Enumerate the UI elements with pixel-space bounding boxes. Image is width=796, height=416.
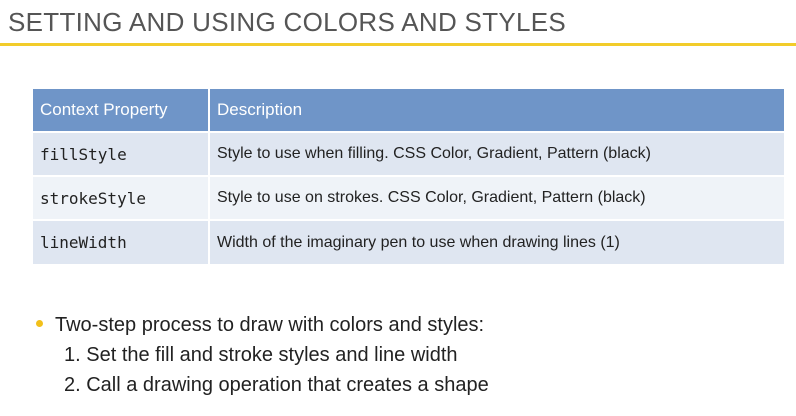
table-row: lineWidth Width of the imaginary pen to … [33,219,784,264]
table-row: fillStyle Style to use when filling. CSS… [33,131,784,176]
column-header-description: Description [209,89,784,132]
numbered-step: 1. Set the fill and stroke styles and li… [64,344,458,366]
column-header-property: Context Property [33,89,210,132]
bullet-dot-icon [36,319,43,327]
description-cell: Style to use on strokes. CSS Color, Grad… [209,175,784,220]
description-cell: Width of the imaginary pen to use when d… [209,219,784,264]
table-header-row: Context Property Description [33,89,784,132]
numbered-step: 2. Call a drawing operation that creates… [64,374,489,396]
property-name-cell: lineWidth [33,219,210,264]
slide-title: SETTING AND USING COLORS AND STYLES [8,7,567,37]
bullet-list: Two-step process to draw with colors and… [36,310,776,400]
bullet-text: Two-step process to draw with colors and… [55,313,485,336]
table-row: strokeStyle Style to use on strokes. CSS… [33,175,784,220]
description-cell: Style to use when filling. CSS Color, Gr… [209,131,784,176]
title-underline [0,43,796,46]
bullet-item: Two-step process to draw with colors and… [36,310,776,340]
property-name-cell: fillStyle [33,131,210,176]
property-name-cell: strokeStyle [33,175,210,220]
context-properties-table: Context Property Description fillStyle S… [33,89,784,264]
